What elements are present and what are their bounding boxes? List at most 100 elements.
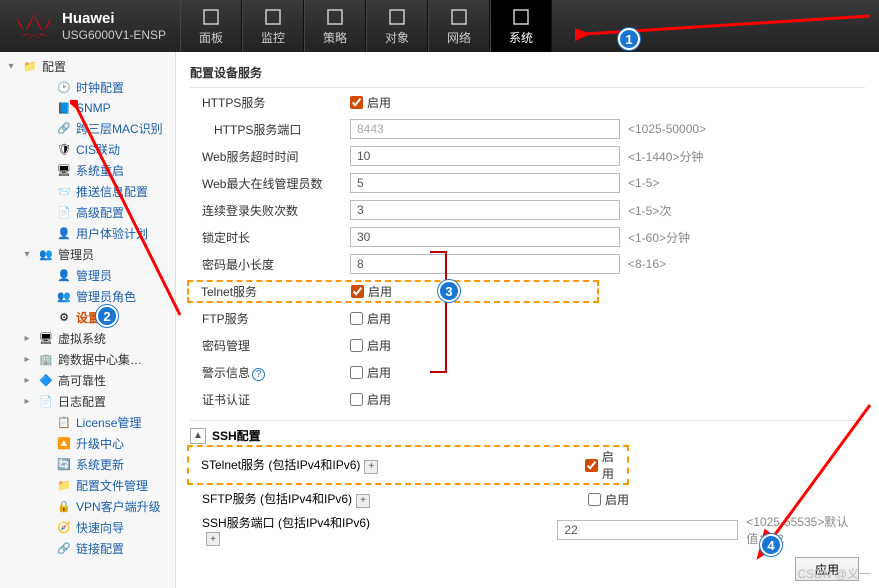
tree-item-跨三层MAC识别[interactable]: 🔗跨三层MAC识别: [2, 118, 173, 139]
https-port-input[interactable]: [350, 119, 620, 139]
tree-item-VPN客户端升级[interactable]: 🔒VPN客户端升级: [2, 496, 173, 517]
expand-icon[interactable]: [38, 458, 52, 472]
cert-checkbox[interactable]: 启用: [350, 391, 391, 408]
plus-icon[interactable]: +: [364, 460, 378, 474]
tree-icon: 👤: [56, 226, 72, 242]
plus-icon[interactable]: +: [206, 532, 220, 546]
pwdlen-input[interactable]: [350, 254, 620, 274]
tree-icon: 📁: [22, 59, 38, 75]
tree-item-SNMP[interactable]: 📘SNMP: [2, 98, 173, 118]
plus-icon[interactable]: +: [356, 494, 370, 508]
expand-icon[interactable]: [38, 185, 52, 199]
top-bar: Huawei USG6000V1-ENSP 面板监控策略对象网络系统: [0, 0, 879, 52]
expand-icon[interactable]: [38, 521, 52, 535]
tree-item-升级中心[interactable]: 🔼升级中心: [2, 433, 173, 454]
expand-icon[interactable]: ▸: [20, 374, 34, 388]
collapse-icon[interactable]: ▲: [190, 428, 206, 444]
web-timeout-input[interactable]: [350, 146, 620, 166]
main-nav: 面板监控策略对象网络系统: [180, 0, 552, 52]
ssh-port-input[interactable]: [557, 520, 738, 540]
tree-item-链接配置[interactable]: 🔗链接配置: [2, 538, 173, 559]
sidebar: ▾📁配置🕑时钟配置📘SNMP🔗跨三层MAC识别🛡CIS联动🖥系统重启📨推送信息配…: [0, 52, 176, 588]
row-https-port: HTTPS服务端口 <1025-50000>: [190, 116, 865, 142]
expand-icon[interactable]: [38, 437, 52, 451]
tree-item-跨数据中心集…[interactable]: ▸🏢跨数据中心集…: [2, 349, 173, 370]
tree-icon: 🔗: [56, 541, 72, 557]
tree-item-时钟配置[interactable]: 🕑时钟配置: [2, 77, 173, 98]
section-title: 配置设备服务: [190, 58, 865, 88]
expand-icon[interactable]: [38, 416, 52, 430]
tree-icon: 📘: [56, 100, 72, 116]
expand-icon[interactable]: ▸: [20, 395, 34, 409]
expand-icon[interactable]: ▸: [20, 332, 34, 346]
telnet-checkbox[interactable]: 启用: [351, 283, 392, 300]
expand-icon[interactable]: [38, 479, 52, 493]
nav-系统[interactable]: 系统: [490, 0, 552, 52]
brand-name: Huawei: [62, 10, 166, 28]
ftp-checkbox[interactable]: 启用: [350, 310, 391, 327]
expand-icon[interactable]: ▾: [4, 60, 18, 74]
expand-icon[interactable]: [38, 290, 52, 304]
tree-item-CIS联动[interactable]: 🛡CIS联动: [2, 139, 173, 160]
lock-input[interactable]: [350, 227, 620, 247]
stelnet-checkbox[interactable]: 启用: [585, 448, 625, 482]
nav-网络[interactable]: 网络: [428, 0, 490, 52]
tree-item-设置[interactable]: ⚙设置: [2, 307, 173, 328]
content-panel: 配置设备服务 HTTPS服务 启用 HTTPS服务端口 <1025-50000>…: [176, 52, 879, 588]
tree-item-用户体验计划[interactable]: 👤用户体验计划: [2, 223, 173, 244]
expand-icon[interactable]: [38, 269, 52, 283]
help-icon[interactable]: ?: [252, 368, 265, 381]
tree-item-系统更新[interactable]: 🔄系统更新: [2, 454, 173, 475]
nav-策略[interactable]: 策略: [304, 0, 366, 52]
tree-item-系统重启[interactable]: 🖥系统重启: [2, 160, 173, 181]
ssh-section-header[interactable]: ▲ SSH配置: [190, 420, 865, 444]
expand-icon[interactable]: [38, 542, 52, 556]
tree-icon: 👤: [56, 268, 72, 284]
watermark: CSDN @义一: [797, 565, 871, 582]
expand-icon[interactable]: [38, 206, 52, 220]
https-checkbox[interactable]: 启用: [350, 94, 391, 111]
sftp-checkbox[interactable]: 启用: [588, 491, 629, 508]
tree-item-高可靠性[interactable]: ▸🔷高可靠性: [2, 370, 173, 391]
expand-icon[interactable]: [38, 311, 52, 325]
expand-icon[interactable]: [38, 81, 52, 95]
expand-icon[interactable]: [38, 101, 52, 115]
max-admin-input[interactable]: [350, 173, 620, 193]
nav-监控[interactable]: 监控: [242, 0, 304, 52]
tree-icon: 🔗: [56, 121, 72, 137]
nav-面板[interactable]: 面板: [180, 0, 242, 52]
tree-item-管理员[interactable]: ▾👥管理员: [2, 244, 173, 265]
tree-item-管理员角色[interactable]: 👥管理员角色: [2, 286, 173, 307]
nav-icon: [449, 7, 469, 27]
expand-icon[interactable]: [38, 143, 52, 157]
tree-item-License管理[interactable]: 📋License管理: [2, 412, 173, 433]
expand-icon[interactable]: [38, 122, 52, 136]
warn-checkbox[interactable]: 启用: [350, 364, 391, 381]
tree-icon: 🖥: [38, 331, 54, 347]
pwdmgmt-checkbox[interactable]: 启用: [350, 337, 391, 354]
nav-icon: [387, 7, 407, 27]
tree-item-配置文件管理[interactable]: 📁配置文件管理: [2, 475, 173, 496]
label: HTTPS服务端口: [190, 121, 350, 138]
tree-item-虚拟系统[interactable]: ▸🖥虚拟系统: [2, 328, 173, 349]
expand-icon[interactable]: ▾: [20, 248, 34, 262]
tree-item-推送信息配置[interactable]: 📨推送信息配置: [2, 181, 173, 202]
huawei-logo-icon: [14, 9, 54, 43]
tree-item-管理员[interactable]: 👤管理员: [2, 265, 173, 286]
tree-item-日志配置[interactable]: ▸📄日志配置: [2, 391, 173, 412]
callout-3: 3: [438, 280, 460, 302]
login-fail-input[interactable]: [350, 200, 620, 220]
expand-icon[interactable]: ▸: [20, 353, 34, 367]
tree-item-配置[interactable]: ▾📁配置: [2, 56, 173, 77]
tree-icon: 📋: [56, 415, 72, 431]
tree-icon: 📄: [56, 205, 72, 221]
tree-item-快速向导[interactable]: 🧭快速向导: [2, 517, 173, 538]
expand-icon[interactable]: [38, 164, 52, 178]
nav-对象[interactable]: 对象: [366, 0, 428, 52]
tree-item-高级配置[interactable]: 📄高级配置: [2, 202, 173, 223]
tree-icon: ⚙: [56, 310, 72, 326]
tree-icon: 🏢: [38, 352, 54, 368]
row-stelnet: STelnet服务 (包括IPv4和IPv6)+ 启用: [190, 445, 865, 485]
expand-icon[interactable]: [38, 227, 52, 241]
expand-icon[interactable]: [38, 500, 52, 514]
